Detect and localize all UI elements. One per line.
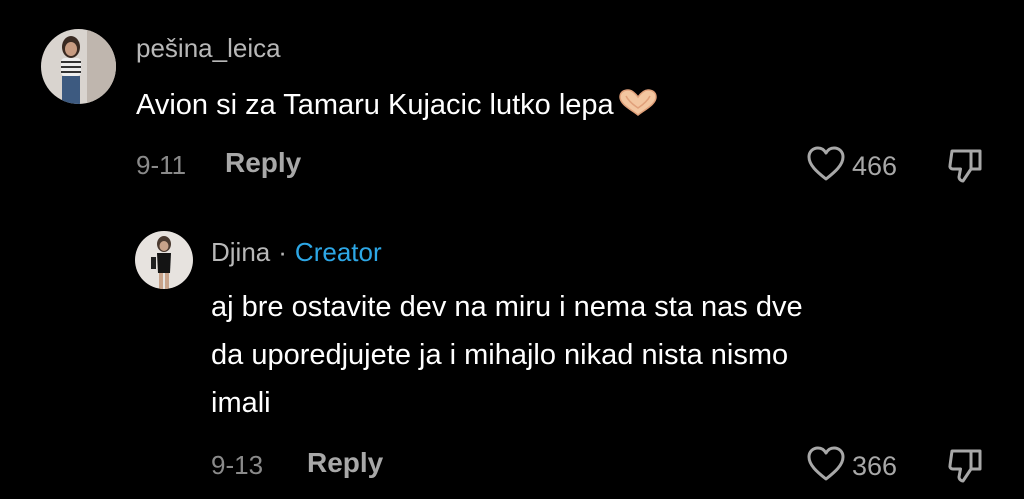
reply-text-line: aj bre ostavite dev na miru i nema sta n… [211, 291, 803, 323]
dislike-button[interactable] [946, 446, 986, 491]
creator-badge: Creator [294, 237, 382, 267]
thumbs-down-icon [946, 149, 986, 190]
reply-username[interactable]: Djina [211, 237, 270, 267]
reply-button[interactable]: Reply [307, 447, 383, 479]
comment-username[interactable]: pešina_leica [136, 33, 281, 64]
heart-outline-icon [806, 445, 846, 488]
like-button[interactable]: 466 [806, 145, 897, 188]
avatar-image [41, 29, 116, 104]
reply-date: 9-13 [211, 450, 264, 480]
comment-date: 9-11 [136, 150, 187, 180]
like-count: 366 [852, 451, 898, 481]
comment-text-content: Avion si za Tamaru Kujacic lutko lepa [136, 89, 614, 121]
avatar-image [135, 231, 193, 289]
reply-text-line: imali [211, 387, 271, 419]
separator: · [278, 237, 287, 267]
reply-username-row: Djina · Creator [211, 237, 382, 268]
comment-text: Avion si za Tamaru Kujacic lutko lepa [136, 81, 660, 133]
thumbs-down-icon [946, 449, 986, 490]
reply-button[interactable]: Reply [225, 147, 301, 179]
like-count: 466 [852, 151, 898, 181]
dislike-button[interactable] [946, 146, 986, 191]
heart-hands-icon [616, 85, 660, 133]
reply-text-line: da uporedjujete ja i mihajlo nikad nista… [211, 339, 789, 371]
avatar[interactable] [41, 29, 116, 104]
like-button[interactable]: 366 [806, 445, 897, 488]
avatar[interactable] [135, 231, 193, 289]
heart-outline-icon [806, 145, 846, 188]
reply-text: aj bre ostavite dev na miru i nema sta n… [211, 283, 991, 427]
